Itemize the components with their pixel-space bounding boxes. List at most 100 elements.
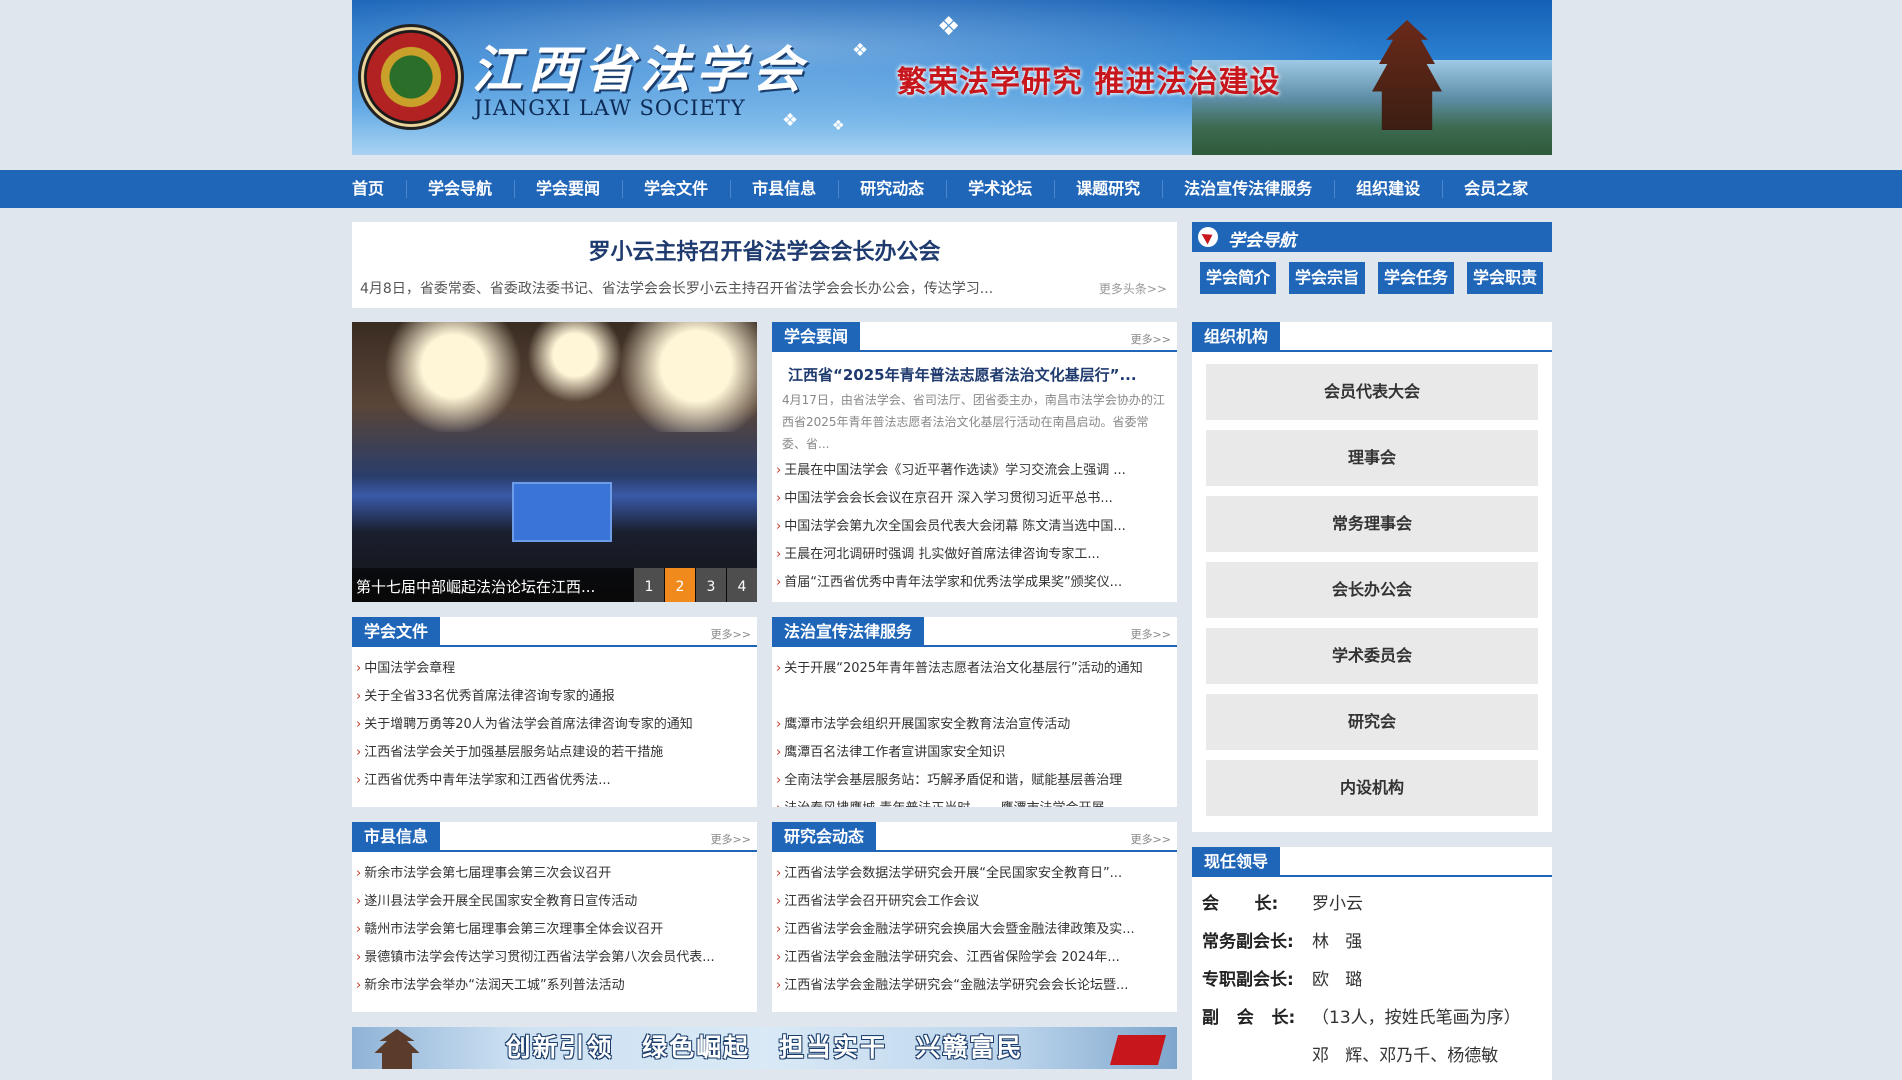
slider-page-3[interactable]: 3: [696, 568, 726, 602]
society-purpose-button[interactable]: 学会宗旨: [1289, 262, 1366, 294]
site-title-en: JIANGXI LAW SOCIETY: [474, 96, 746, 120]
nav-society-news[interactable]: 学会要闻: [514, 170, 622, 208]
panel-tab-documents[interactable]: 学会文件: [352, 617, 441, 647]
internal-departments-button[interactable]: 内设机构: [1206, 760, 1538, 816]
list-item[interactable]: 景德镇市法学会传达学习贯彻江西省法学会第八次会员代表...: [356, 944, 751, 972]
list-item[interactable]: 中国法学会会长会议在京召开 深入学习贯彻习近平总书...: [776, 485, 1171, 513]
documents-list: 中国法学会章程 关于全省33名优秀首席法律咨询专家的通报 关于增聘万勇等20人为…: [352, 647, 757, 795]
society-guide-title: 学会导航: [1228, 231, 1296, 251]
lead-news-summary: 4月17日，由省法学会、省司法厅、团省委主办，南昌市法学会协办的江西省2025年…: [782, 393, 1165, 451]
dove-icon: ❖: [832, 118, 845, 134]
panel-tab-city-info[interactable]: 市县信息: [352, 822, 441, 852]
list-item[interactable]: 关于开展“2025年青年普法志愿者法治文化基层行”活动的通知: [776, 655, 1171, 711]
nav-society-guide[interactable]: 学会导航: [406, 170, 514, 208]
site-banner: 江西省法学会 JIANGXI LAW SOCIETY ❖ ❖ ❖ ❖ 繁荣法学研…: [352, 0, 1552, 155]
headline-title[interactable]: 罗小云主持召开省法学会会长办公会: [352, 234, 1177, 266]
lead-news-title[interactable]: 江西省“2025年青年普法志愿者法治文化基层行”...: [772, 352, 1177, 385]
list-item[interactable]: 中国法学会第九次全国会员代表大会闭幕 陈文清当选中国...: [776, 513, 1171, 541]
leader-role: 会 长:: [1202, 894, 1279, 914]
list-item[interactable]: 江西省法学会金融法学研究会换届大会暨金融法律政策及实...: [776, 916, 1171, 944]
leader-role: 专职副会长:: [1202, 970, 1294, 990]
list-item[interactable]: 江西省法学会召开研究会工作会议: [776, 888, 1171, 916]
list-item[interactable]: 中国法学会章程: [356, 655, 751, 683]
leader-name: 欧 璐: [1312, 970, 1363, 990]
list-item[interactable]: 全南法学会基层服务站：巧解矛盾促和谐，赋能基层善治理: [776, 767, 1171, 795]
more-link[interactable]: 更多>>: [711, 626, 751, 642]
list-item[interactable]: 赣州市法学会第七届理事会第三次理事全体会议召开: [356, 916, 751, 944]
list-item[interactable]: 首届“江西省优秀中青年法学家和优秀法学成果奖”颁奖仪...: [776, 569, 1171, 597]
panel-header: 法治宣传法律服务 更多>>: [772, 617, 1177, 647]
more-link[interactable]: 更多>>: [711, 831, 751, 847]
society-guide-header: 学会导航: [1192, 222, 1552, 252]
more-link[interactable]: 更多>>: [1131, 331, 1171, 347]
slider-caption[interactable]: 第十七届中部崛起法治论坛在江西...: [356, 576, 606, 597]
nav-organization-building[interactable]: 组织建设: [1334, 170, 1442, 208]
news-list: 王晨在中国法学会《习近平著作选读》学习交流会上强调 ... 中国法学会会长会议在…: [772, 455, 1177, 597]
leader-name: （13人，按姓氏笔画为序）: [1312, 1008, 1521, 1028]
list-item[interactable]: 新余市法学会第七届理事会第三次会议召开: [356, 860, 751, 888]
nav-academic-forum[interactable]: 学术论坛: [946, 170, 1054, 208]
society-emblem-icon[interactable]: [358, 24, 464, 130]
bottom-slogan-banner: 创新引领 绿色崛起 担当实干 兴赣富民: [352, 1027, 1177, 1069]
leader-role: 副 会 长:: [1202, 1008, 1296, 1028]
president-office-button[interactable]: 会长办公会: [1206, 562, 1538, 618]
research-list: 江西省法学会数据法学研究会开展“全民国家安全教育日”... 江西省法学会召开研究…: [772, 852, 1177, 1000]
more-link[interactable]: 更多>>: [1131, 626, 1171, 642]
site-title[interactable]: 江西省法学会: [472, 30, 808, 102]
list-item[interactable]: 鹰潭百名法律工作者宣讲国家安全知识: [776, 739, 1171, 767]
panel-tab-leaders[interactable]: 现任领导: [1192, 847, 1281, 877]
list-item[interactable]: 遂川县法学会开展全民国家安全教育日宣传活动: [356, 888, 751, 916]
headline-more-link[interactable]: 更多头条>>: [1099, 280, 1167, 297]
headline-panel: 罗小云主持召开省法学会会长办公会 4月8日，省委常委、省委政法委书记、省法学会会…: [352, 222, 1177, 308]
panel-tab-research[interactable]: 研究会动态: [772, 822, 877, 852]
list-item[interactable]: 法治春风拂鹰城 青年普法正当时 ——鹰潭市法学会开展...: [776, 795, 1171, 807]
dove-icon: ❖: [937, 12, 961, 42]
slider-page-2[interactable]: 2: [665, 568, 695, 602]
member-congress-button[interactable]: 会员代表大会: [1206, 364, 1538, 420]
society-duties-button[interactable]: 学会职责: [1467, 262, 1544, 294]
society-intro-button[interactable]: 学会简介: [1200, 262, 1277, 294]
leader-name: 罗小云: [1312, 894, 1363, 914]
slider-page-1[interactable]: 1: [634, 568, 664, 602]
leader-row: 专职副会长: 欧 璐: [1202, 961, 1542, 999]
list-item[interactable]: 江西省法学会金融法学研究会“金融法学研究会会长论坛暨...: [776, 972, 1171, 1000]
list-item[interactable]: 鹰潭市法学会组织开展国家安全教育法治宣传活动: [776, 711, 1171, 739]
panel-tab-legal-publicity[interactable]: 法治宣传法律服务: [772, 617, 925, 647]
leader-row: 副 会 长: （13人，按姓氏笔画为序）: [1202, 999, 1542, 1037]
current-leaders-panel: 现任领导 会 长: 罗小云 常务副会长: 林 强 专职副会长: 欧 璐 副 会 …: [1192, 847, 1552, 1080]
society-tasks-button[interactable]: 学会任务: [1378, 262, 1455, 294]
panel-header: 学会要闻 更多>>: [772, 322, 1177, 352]
nav-legal-publicity-services[interactable]: 法治宣传法律服务: [1162, 170, 1334, 208]
list-item[interactable]: 江西省优秀中青年法学家和江西省优秀法...: [356, 767, 751, 795]
standing-council-button[interactable]: 常务理事会: [1206, 496, 1538, 552]
list-item[interactable]: 王晨在河北调研时强调 扎实做好首席法律咨询专家工...: [776, 541, 1171, 569]
society-news-panel: 学会要闻 更多>> 江西省“2025年青年普法志愿者法治文化基层行”... 4月…: [772, 322, 1177, 602]
legal-publicity-panel: 法治宣传法律服务 更多>> 关于开展“2025年青年普法志愿者法治文化基层行”活…: [772, 617, 1177, 807]
society-documents-panel: 学会文件 更多>> 中国法学会章程 关于全省33名优秀首席法律咨询专家的通报 关…: [352, 617, 757, 807]
nav-society-documents[interactable]: 学会文件: [622, 170, 730, 208]
list-item[interactable]: 关于全省33名优秀首席法律咨询专家的通报: [356, 683, 751, 711]
nav-home[interactable]: 首页: [352, 170, 406, 208]
leader-row: 常务副会长: 林 强: [1202, 923, 1542, 961]
nav-topic-research[interactable]: 课题研究: [1054, 170, 1162, 208]
list-item[interactable]: 新余市法学会举办“法润天工城”系列普法活动: [356, 972, 751, 1000]
list-item[interactable]: 江西省法学会关于加强基层服务站点建设的若干措施: [356, 739, 751, 767]
academic-committee-button[interactable]: 学术委员会: [1206, 628, 1538, 684]
society-guide-buttons: 学会简介 学会宗旨 学会任务 学会职责: [1192, 252, 1552, 294]
council-button[interactable]: 理事会: [1206, 430, 1538, 486]
panel-tab-society-news[interactable]: 学会要闻: [772, 322, 861, 352]
list-item[interactable]: 江西省法学会数据法学研究会开展“全民国家安全教育日”...: [776, 860, 1171, 888]
slider-page-4[interactable]: 4: [727, 568, 757, 602]
nav-research-trends[interactable]: 研究动态: [838, 170, 946, 208]
nav-members-home[interactable]: 会员之家: [1442, 170, 1550, 208]
photo-slider[interactable]: 第十七届中部崛起法治论坛在江西... 1 2 3 4: [352, 322, 757, 602]
list-item[interactable]: 王晨在中国法学会《习近平著作选读》学习交流会上强调 ...: [776, 457, 1171, 485]
research-association-button[interactable]: 研究会: [1206, 694, 1538, 750]
nav-city-county-info[interactable]: 市县信息: [730, 170, 838, 208]
list-item[interactable]: 关于增聘万勇等20人为省法学会首席法律咨询专家的通知: [356, 711, 751, 739]
more-link[interactable]: 更多>>: [1131, 831, 1171, 847]
headline-summary[interactable]: 4月8日，省委常委、省委政法委书记、省法学会会长罗小云主持召开省法学会会长办公会…: [360, 278, 1090, 298]
city-info-panel: 市县信息 更多>> 新余市法学会第七届理事会第三次会议召开 遂川县法学会开展全民…: [352, 822, 757, 1012]
panel-tab-organization[interactable]: 组织机构: [1192, 322, 1281, 352]
list-item[interactable]: 江西省法学会金融法学研究会、江西省保险学会 2024年...: [776, 944, 1171, 972]
